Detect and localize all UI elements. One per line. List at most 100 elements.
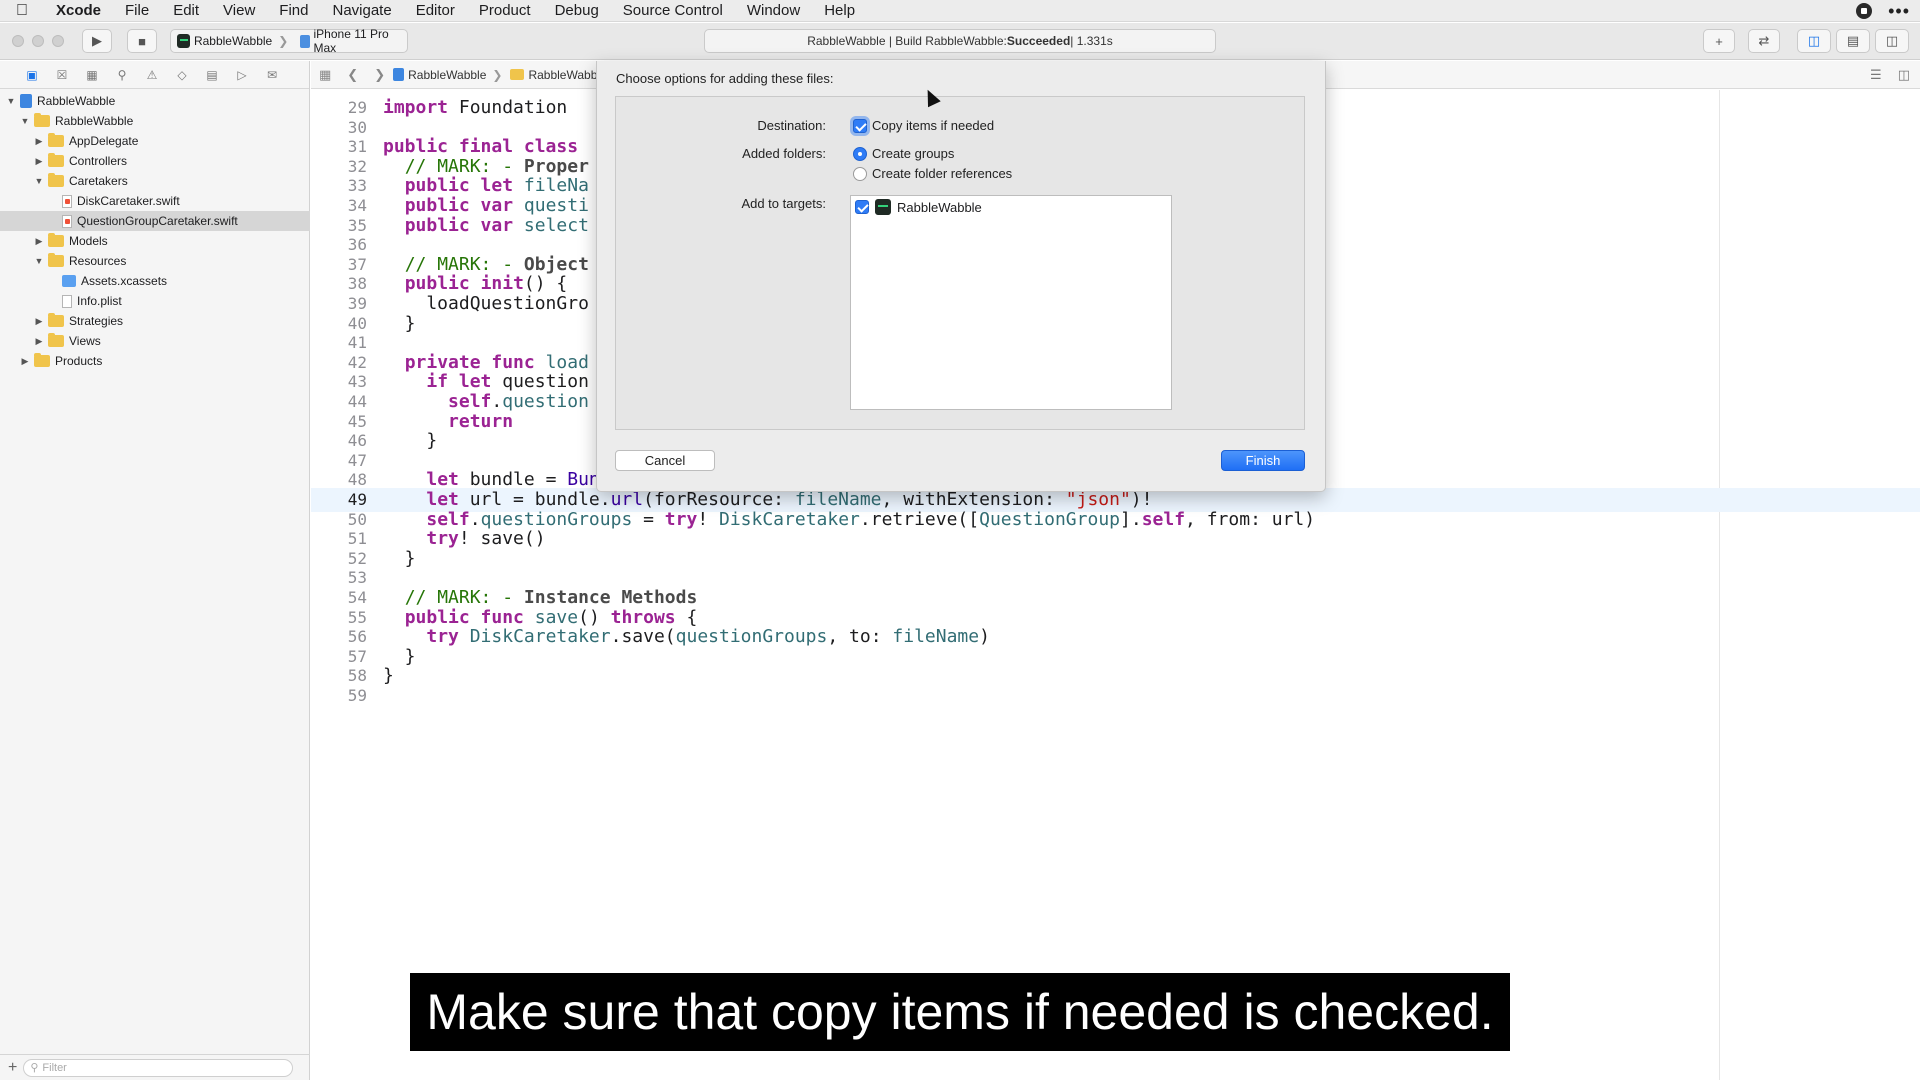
navigator-item[interactable]: ▼ RabbleWabble: [0, 111, 310, 131]
menu-bar:  Xcode File Edit View Find Navigate Edi…: [0, 0, 1920, 22]
apple-icon[interactable]: : [16, 2, 42, 20]
toggle-debug-area-button[interactable]: ▤: [1836, 29, 1870, 53]
menu-product[interactable]: Product: [467, 2, 543, 19]
menu-find[interactable]: Find: [267, 2, 320, 19]
navigator-item[interactable]: Info.plist: [0, 291, 310, 311]
disclosure-closed-icon[interactable]: ▶: [34, 156, 44, 167]
folder-icon[interactable]: ▣: [24, 68, 40, 82]
menu-edit[interactable]: Edit: [161, 2, 211, 19]
disclosure-open-icon[interactable]: ▼: [6, 96, 16, 106]
navigator-item-label: Products: [55, 354, 103, 368]
menu-view[interactable]: View: [211, 2, 267, 19]
menu-debug[interactable]: Debug: [543, 2, 611, 19]
navigator-item[interactable]: ▶ Controllers: [0, 151, 310, 171]
right-panel-icon: ◫: [1885, 33, 1899, 48]
window-close-button[interactable]: [12, 35, 24, 47]
window-zoom-button[interactable]: [52, 35, 64, 47]
toggle-inspector-button[interactable]: ◫: [1875, 29, 1909, 53]
navigator-item[interactable]: ▼ Resources: [0, 251, 310, 271]
navigator-filter-bar: + ⚲ Filter: [0, 1054, 310, 1080]
disclosure-closed-icon[interactable]: ▶: [20, 356, 30, 367]
navigator-item[interactable]: DiskCaretaker.swift: [0, 191, 310, 211]
report-icon[interactable]: ✉: [264, 68, 280, 82]
warning-icon[interactable]: ⚠: [144, 68, 160, 82]
scheme-target: RabbleWabble: [193, 34, 273, 48]
toggle-navigator-button[interactable]: ◫: [1797, 29, 1831, 53]
screen-recording-icon[interactable]: [1856, 3, 1873, 19]
menu-help[interactable]: Help: [812, 2, 867, 19]
add-file-icon[interactable]: +: [8, 1059, 17, 1077]
finish-button[interactable]: Finish: [1221, 450, 1305, 471]
breadcrumb-group[interactable]: RabbleWabble: [510, 68, 607, 82]
left-panel-icon: ◫: [1807, 33, 1821, 48]
radio-unselected-icon[interactable]: [853, 166, 867, 181]
disclosure-open-icon[interactable]: ▼: [34, 256, 44, 266]
navigator-item-label: Controllers: [69, 154, 128, 168]
navigator-item[interactable]: ▶ Views: [0, 331, 310, 351]
disclosure-closed-icon[interactable]: ▶: [34, 336, 44, 347]
library-button[interactable]: +: [1703, 29, 1735, 53]
destination-label: Destination:: [757, 118, 826, 133]
menu-editor[interactable]: Editor: [404, 2, 467, 19]
menu-window[interactable]: Window: [735, 2, 812, 19]
window-minimize-button[interactable]: [32, 35, 44, 47]
breadcrumb-project[interactable]: RabbleWabble ❯: [393, 68, 504, 82]
test-icon[interactable]: ◇: [174, 68, 190, 82]
target-name: RabbleWabble: [897, 199, 982, 215]
breakpoint-icon[interactable]: ▷: [234, 68, 250, 82]
back-icon[interactable]: ❮: [347, 67, 358, 83]
radio-selected-icon[interactable]: [853, 146, 867, 161]
copy-items-checkbox[interactable]: Copy items if needed: [853, 118, 994, 133]
related-items-icon[interactable]: ▦: [319, 67, 331, 83]
cancel-button[interactable]: Cancel: [615, 450, 715, 471]
navigator-item[interactable]: ▼ Caretakers: [0, 171, 310, 191]
run-button[interactable]: ▶: [82, 29, 112, 53]
create-folder-references-radio[interactable]: Create folder references: [853, 166, 1012, 181]
copy-items-label: Copy items if needed: [872, 118, 995, 133]
navigator-item[interactable]: Assets.xcassets: [0, 271, 310, 291]
debug-icon[interactable]: ▤: [204, 68, 220, 82]
menu-app[interactable]: Xcode: [42, 2, 113, 19]
disclosure-open-icon[interactable]: ▼: [34, 176, 44, 186]
editor-options-icon[interactable]: ☰: [1870, 67, 1882, 83]
navigator-item[interactable]: ▶ Products: [0, 351, 310, 371]
folder-icon: [34, 353, 50, 367]
forward-icon[interactable]: ❯: [374, 67, 385, 83]
navigator-item-label: Info.plist: [77, 294, 122, 308]
navigator-item[interactable]: ▶ AppDelegate: [0, 131, 310, 151]
target-row[interactable]: RabbleWabble: [855, 199, 982, 215]
menu-source-control[interactable]: Source Control: [611, 2, 735, 19]
disclosure-closed-icon[interactable]: ▶: [34, 236, 44, 247]
filter-input[interactable]: ⚲ Filter: [23, 1058, 294, 1077]
add-editor-icon[interactable]: ◫: [1898, 67, 1910, 83]
folder-icon: [48, 253, 64, 267]
source-control-icon[interactable]: ☒: [54, 68, 70, 82]
navigator-item-label: Caretakers: [69, 174, 128, 188]
bottom-panel-icon: ▤: [1846, 33, 1860, 48]
checkbox-checked-icon[interactable]: [855, 200, 869, 214]
folder-icon: [48, 333, 64, 347]
menu-navigate[interactable]: Navigate: [320, 2, 403, 19]
search-icon[interactable]: ⚲: [114, 68, 130, 82]
checkbox-checked-icon[interactable]: [853, 118, 867, 133]
stop-button[interactable]: ■: [127, 29, 157, 53]
navigator-item[interactable]: QuestionGroupCaretaker.swift: [0, 211, 310, 231]
more-icon[interactable]: •••: [1888, 1, 1910, 22]
folder-icon: [48, 133, 64, 147]
navigator-item[interactable]: ▶ Strategies: [0, 311, 310, 331]
folder-icon: [48, 173, 64, 187]
navigator-item[interactable]: ▼ RabbleWabble: [0, 91, 310, 111]
disclosure-closed-icon[interactable]: ▶: [34, 316, 44, 327]
disclosure-closed-icon[interactable]: ▶: [34, 136, 44, 147]
navigator-item-label: Views: [69, 334, 101, 348]
scheme-selector[interactable]: RabbleWabble ❯ iPhone 11 Pro Max: [170, 27, 408, 55]
menubar-status-area: •••: [1856, 0, 1910, 22]
code-review-button[interactable]: ⇄: [1748, 29, 1780, 53]
symbol-icon[interactable]: ▦: [84, 68, 100, 82]
code-line[interactable]: 59: [311, 684, 1920, 708]
menu-file[interactable]: File: [113, 2, 161, 19]
navigator-item[interactable]: ▶ Models: [0, 231, 310, 251]
disclosure-open-icon[interactable]: ▼: [20, 116, 30, 126]
asset-catalog-icon: [62, 275, 76, 287]
create-groups-radio[interactable]: Create groups: [853, 146, 954, 161]
